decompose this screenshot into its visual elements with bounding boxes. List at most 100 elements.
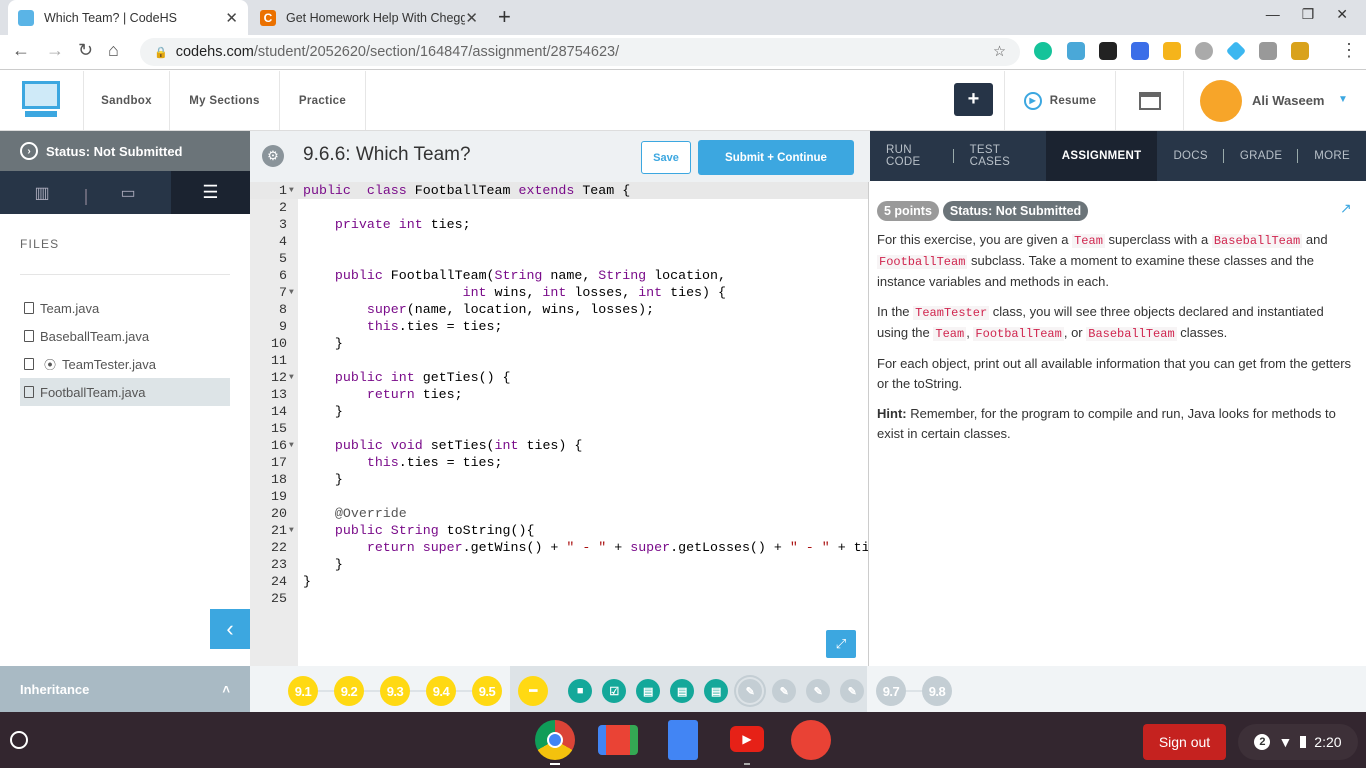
code-line[interactable]: 23 }	[250, 556, 868, 573]
code-editor[interactable]: 1▼public class FootballTeam extends Team…	[250, 182, 868, 666]
pencil-icon[interactable]: ✎	[840, 679, 864, 703]
bookmark-star-icon[interactable]: ☆	[993, 44, 1006, 60]
address-bar[interactable]: 🔒 codehs.com/student/2052620/section/164…	[140, 38, 1020, 66]
fold-arrow-icon[interactable]: ▼	[289, 284, 294, 301]
fold-arrow-icon[interactable]: ▼	[289, 182, 294, 199]
code-line[interactable]: 19	[250, 488, 868, 505]
section-node[interactable]: 9.5	[472, 676, 502, 706]
code-line[interactable]: 10 }	[250, 335, 868, 352]
pencil-icon[interactable]: ✎	[738, 679, 762, 703]
document-icon[interactable]: ▤	[636, 679, 660, 703]
section-node[interactable]: 9.8	[922, 676, 952, 706]
close-tab-icon[interactable]: ✕	[225, 9, 238, 27]
file-item[interactable]: BaseballTeam.java	[20, 322, 230, 350]
code-line[interactable]: 18 }	[250, 471, 868, 488]
reload-icon[interactable]: ↻	[78, 40, 93, 61]
fold-arrow-icon[interactable]: ▼	[289, 437, 294, 454]
close-tab-icon[interactable]: ✕	[465, 9, 478, 27]
thumbs-up-extension-icon[interactable]	[1163, 42, 1181, 60]
code-line[interactable]: 15	[250, 420, 868, 437]
code-line[interactable]: 8 super(name, location, wins, losses);	[250, 301, 868, 318]
list-icon[interactable]: ☰	[171, 171, 250, 214]
checkbox-icon[interactable]: ☑	[602, 679, 626, 703]
chrome-app-icon[interactable]	[535, 720, 575, 760]
code-line[interactable]: 16▼ public void setTies(int ties) {	[250, 437, 868, 454]
map-icon[interactable]: ▥	[0, 171, 84, 214]
tab-docs[interactable]: DOCS	[1157, 131, 1223, 181]
copy-extension-icon[interactable]	[1259, 42, 1277, 60]
close-window-icon[interactable]: ✕	[1336, 6, 1348, 23]
submit-continue-button[interactable]: Submit + Continue	[698, 140, 854, 175]
b-extension-icon[interactable]	[1131, 42, 1149, 60]
user-name[interactable]: Ali Waseem	[1252, 93, 1325, 108]
code-line[interactable]: 25	[250, 590, 868, 607]
nav-my-sections[interactable]: My Sections	[170, 71, 280, 130]
tab-run-code[interactable]: RUN CODE	[870, 131, 954, 181]
video-icon[interactable]: ■	[568, 679, 592, 703]
status-bar[interactable]: › Status: Not Submitted	[0, 131, 250, 171]
youtube-app-icon[interactable]: ▶	[730, 726, 764, 752]
user-menu-caret-icon[interactable]: ▼	[1338, 94, 1348, 105]
document-icon[interactable]: ▤	[670, 679, 694, 703]
monkey-extension-icon[interactable]	[1195, 42, 1213, 60]
collapse-sidebar-button[interactable]: ‹	[210, 609, 250, 649]
section-node[interactable]: 9.2	[334, 676, 364, 706]
privacy-extension-icon[interactable]	[1099, 42, 1117, 60]
code-line[interactable]: 3 private int ties;	[250, 216, 868, 233]
tab-test-cases[interactable]: TEST CASES	[954, 131, 1046, 181]
code-line[interactable]: 14 }	[250, 403, 868, 420]
cloud-extension-icon[interactable]	[1067, 42, 1085, 60]
browser-tab-chegg[interactable]: C Get Homework Help With Chegg ✕	[250, 0, 488, 35]
code-line[interactable]: 11	[250, 352, 868, 369]
code-line[interactable]: 2	[250, 199, 868, 216]
section-node[interactable]: 9.7	[876, 676, 906, 706]
minimize-icon[interactable]: —	[1266, 6, 1280, 23]
grammarly-extension-icon[interactable]	[1034, 42, 1052, 60]
nav-sandbox[interactable]: Sandbox	[84, 71, 170, 130]
gmail-app-icon[interactable]	[598, 725, 638, 755]
minus-icon[interactable]: ━	[518, 676, 548, 706]
tab-grade[interactable]: GRADE	[1224, 131, 1298, 181]
home-icon[interactable]: ⌂	[108, 40, 119, 61]
pencil-icon[interactable]: ✎	[772, 679, 796, 703]
file-item[interactable]: Team.java	[20, 294, 230, 322]
restore-icon[interactable]: ❐	[1302, 6, 1315, 23]
browser-tab-codehs[interactable]: Which Team? | CodeHS ✕	[8, 0, 248, 35]
forward-icon[interactable]: →	[46, 40, 64, 61]
code-line[interactable]: 7▼ int wins, int losses, int ties) {	[250, 284, 868, 301]
system-tray[interactable]: 2 ▼ 2:20	[1238, 724, 1358, 760]
code-line[interactable]: 21▼ public String toString(){	[250, 522, 868, 539]
docs-app-icon[interactable]	[668, 720, 698, 760]
expand-editor-icon[interactable]: ⤢	[826, 630, 856, 658]
avatar[interactable]	[1200, 80, 1242, 122]
calendar-icon[interactable]: ▭	[86, 171, 170, 214]
code-line[interactable]: 20 @Override	[250, 505, 868, 522]
tab-more[interactable]: MORE	[1298, 131, 1366, 181]
code-line[interactable]: 9 this.ties = ties;	[250, 318, 868, 335]
code-line[interactable]: 1▼public class FootballTeam extends Team…	[250, 182, 868, 199]
code-line[interactable]: 17 this.ties = ties;	[250, 454, 868, 471]
code-line[interactable]: 22 return super.getWins() + " - " + supe…	[250, 539, 868, 556]
fold-arrow-icon[interactable]: ▼	[289, 369, 294, 386]
file-item[interactable]: ⦿TeamTester.java	[20, 350, 230, 378]
code-line[interactable]: 12▼ public int getTies() {	[250, 369, 868, 386]
gallery-app-icon[interactable]	[791, 720, 831, 760]
code-line[interactable]: 5	[250, 250, 868, 267]
pencil-icon[interactable]: ✎	[806, 679, 830, 703]
chrome-menu-icon[interactable]: ⋮	[1340, 40, 1358, 61]
layout-button[interactable]	[1116, 71, 1184, 130]
resume-button[interactable]: ▶ Resume	[1004, 71, 1116, 130]
file-item-selected[interactable]: FootballTeam.java	[20, 378, 230, 406]
tab-assignment[interactable]: ASSIGNMENT	[1046, 131, 1158, 181]
new-tab-button[interactable]: +	[498, 4, 511, 30]
section-node[interactable]: 9.3	[380, 676, 410, 706]
external-link-icon[interactable]: ↗	[1340, 200, 1352, 217]
code-line[interactable]: 4	[250, 233, 868, 250]
fold-arrow-icon[interactable]: ▼	[289, 522, 294, 539]
document-icon[interactable]: ▤	[704, 679, 728, 703]
gear-icon[interactable]: ⚙	[262, 145, 284, 167]
code-line[interactable]: 6 public FootballTeam(String name, Strin…	[250, 267, 868, 284]
lock-extension-icon[interactable]	[1291, 42, 1309, 60]
section-node[interactable]: 9.1	[288, 676, 318, 706]
sign-out-button[interactable]: Sign out	[1143, 724, 1226, 760]
